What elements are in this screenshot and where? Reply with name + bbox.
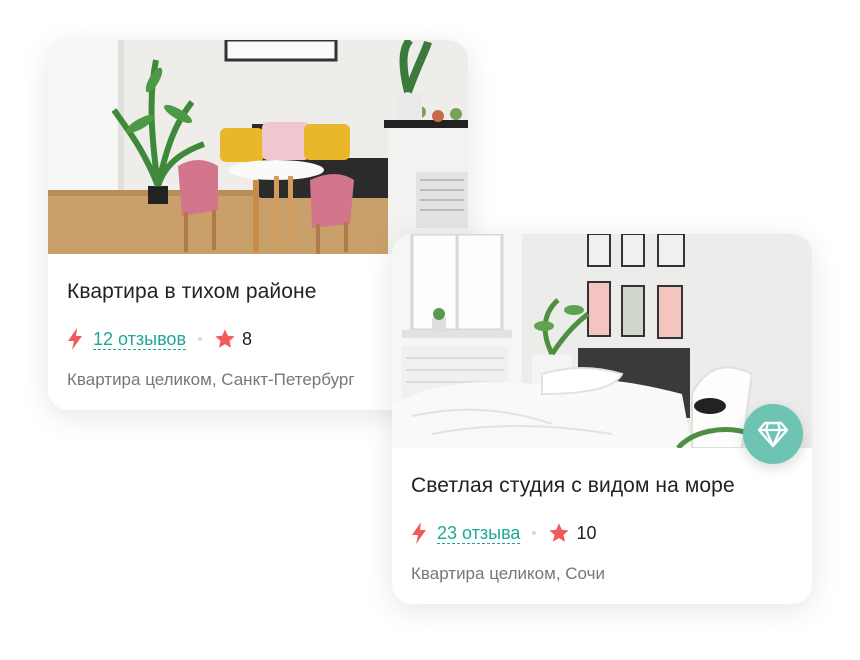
living-room-photo: [48, 40, 468, 254]
listing-title[interactable]: Квартира в тихом районе: [67, 280, 317, 304]
listing-subtitle: Квартира целиком, Сочи: [411, 564, 605, 583]
listing-subtitle: Квартира целиком, Санкт-Петербург: [67, 370, 355, 389]
star-icon: [548, 522, 570, 544]
star-icon: [214, 328, 236, 350]
diamond-badge[interactable]: [743, 404, 803, 464]
listing-title[interactable]: Светлая студия с видом на море: [411, 474, 735, 498]
rating-value: 10: [576, 522, 597, 543]
diamond-icon: [757, 421, 789, 448]
separator-dot: [198, 337, 203, 341]
reviews-link[interactable]: 23 отзыва: [437, 523, 521, 544]
listing-meta: 23 отзыва 10: [411, 520, 596, 546]
listing-photo[interactable]: [48, 40, 468, 254]
listing-meta: 12 отзывов 8: [67, 326, 252, 352]
lightning-icon: [67, 328, 83, 350]
rating-value: 8: [242, 328, 253, 349]
lightning-icon: [411, 522, 427, 544]
reviews-link[interactable]: 12 отзывов: [93, 329, 187, 350]
separator-dot: [532, 531, 537, 535]
